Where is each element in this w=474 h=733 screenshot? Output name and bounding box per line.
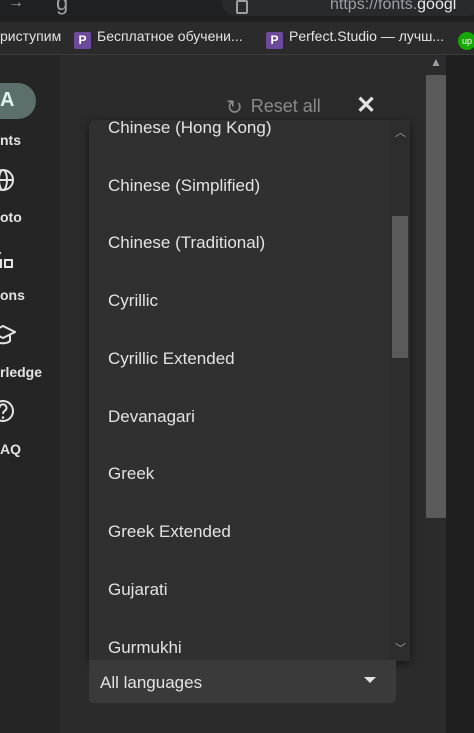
language-select[interactable]: All languages <box>89 660 396 703</box>
nav-item-fonts-active[interactable]: A <box>0 83 36 119</box>
scroll-up-arrow-icon[interactable]: ▲ <box>430 55 442 69</box>
nav-label-icons[interactable]: ons <box>0 287 25 303</box>
nav-label-knowledge[interactable]: rledge <box>0 364 42 380</box>
fonts-icon: A <box>0 89 15 111</box>
bookmark-favicon-icon: P <box>266 32 283 49</box>
bookmarks-bar: риступим P Бесплатное обучени... P Perfect… <box>0 22 474 55</box>
icons-icon[interactable] <box>0 245 16 277</box>
dropdown-option[interactable]: Chinese (Hong Kong) <box>108 120 271 138</box>
bookmark-item[interactable]: P Perfect.Studio — лучш... <box>266 28 444 49</box>
nav-rail: A nts oto ons rledge AQ <box>0 55 60 733</box>
dropdown-option[interactable]: Chinese (Simplified) <box>108 176 260 196</box>
dropdown-scrollbar[interactable]: ︿ ﹀ <box>390 120 410 661</box>
forward-arrow-icon[interactable]: → <box>8 0 24 12</box>
close-icon: ✕ <box>356 92 377 119</box>
knowledge-icon[interactable] <box>0 322 18 354</box>
dropdown-scroll-down-icon[interactable]: ﹀ <box>395 640 406 656</box>
close-button[interactable]: ✕ <box>356 91 376 120</box>
refresh-icon: ↻ <box>226 97 243 119</box>
dropdown-scroll-up-icon[interactable]: ︿ <box>395 124 406 140</box>
upwork-favicon-icon: up <box>458 32 474 50</box>
dropdown-option[interactable]: Cyrillic Extended <box>108 349 235 369</box>
dropdown-scrollbar-thumb[interactable] <box>392 216 408 358</box>
bookmark-label: Бесплатное обучени... <box>97 28 243 44</box>
reset-all-label: Reset all <box>250 96 321 116</box>
tab-title-fragment: g <box>56 0 69 15</box>
page-scrollbar[interactable]: ▲ <box>426 55 446 733</box>
nav-label-fonts[interactable]: nts <box>0 132 21 148</box>
bookmark-item[interactable]: up <box>458 28 474 50</box>
dropdown-option[interactable]: Greek Extended <box>108 522 231 542</box>
dropdown-option[interactable]: Gujarati <box>108 580 168 600</box>
nav-label-photo[interactable]: oto <box>0 209 22 225</box>
dropdown-option[interactable]: Cyrillic <box>108 291 158 311</box>
reset-all-button[interactable]: ↻ Reset all <box>226 95 321 120</box>
browser-toolbar: → g https://fonts.googl <box>0 0 474 16</box>
globe-icon[interactable] <box>0 167 16 199</box>
help-icon[interactable] <box>0 398 16 430</box>
bookmark-item[interactable]: P Бесплатное обучени... <box>74 28 243 49</box>
address-url: https://fonts.googl <box>330 0 457 13</box>
dropdown-option[interactable]: Chinese (Traditional) <box>108 233 265 253</box>
right-gutter <box>446 55 474 733</box>
bookmark-label: Perfect.Studio — лучш... <box>289 28 445 44</box>
site-info-icon[interactable] <box>236 0 248 14</box>
language-select-value: All languages <box>100 673 203 692</box>
dropdown-option[interactable]: Gurmukhi <box>108 638 182 658</box>
bookmark-label: риступим <box>0 28 62 44</box>
language-dropdown-list: Chinese (Hong Kong) Chinese (Simplified)… <box>89 120 410 661</box>
nav-label-faq[interactable]: AQ <box>0 441 21 457</box>
bookmark-favicon-icon: P <box>74 32 91 49</box>
dropdown-option[interactable]: Greek <box>108 464 154 484</box>
bookmark-item[interactable]: риступим <box>0 28 61 44</box>
address-bar[interactable]: https://fonts.googl <box>222 0 474 16</box>
dropdown-caret-icon <box>364 677 376 683</box>
page-scrollbar-thumb[interactable] <box>426 75 446 518</box>
dropdown-option[interactable]: Devanagari <box>108 407 195 427</box>
